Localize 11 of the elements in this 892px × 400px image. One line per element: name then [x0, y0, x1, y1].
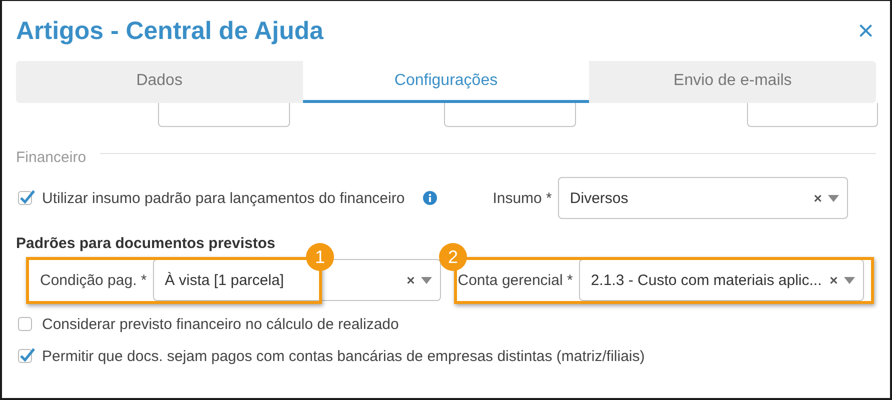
field-label: Conta gerencial *	[458, 272, 573, 288]
checkbox-label: Permitir que docs. sejam pagos com contas bancárias de empresas distintas (matriz/filiais)	[42, 348, 645, 364]
step-badge: 1	[306, 243, 334, 271]
section-heading: Financeiro	[16, 148, 86, 166]
checkbox-label: Considerar previsto financeiro no cálculo de realizado	[42, 316, 399, 332]
field-label: Condição pag. *	[40, 272, 147, 288]
dialog-title: Artigos - Central de Ajuda	[16, 16, 324, 46]
step-badge: 2	[439, 243, 467, 271]
field-label: Insumo *	[492, 190, 552, 206]
section-heading: Padrões para documentos previstos	[16, 235, 276, 254]
checkbox-label: Utilizar insumo padrão para lançamentos do financeiro	[42, 190, 405, 206]
